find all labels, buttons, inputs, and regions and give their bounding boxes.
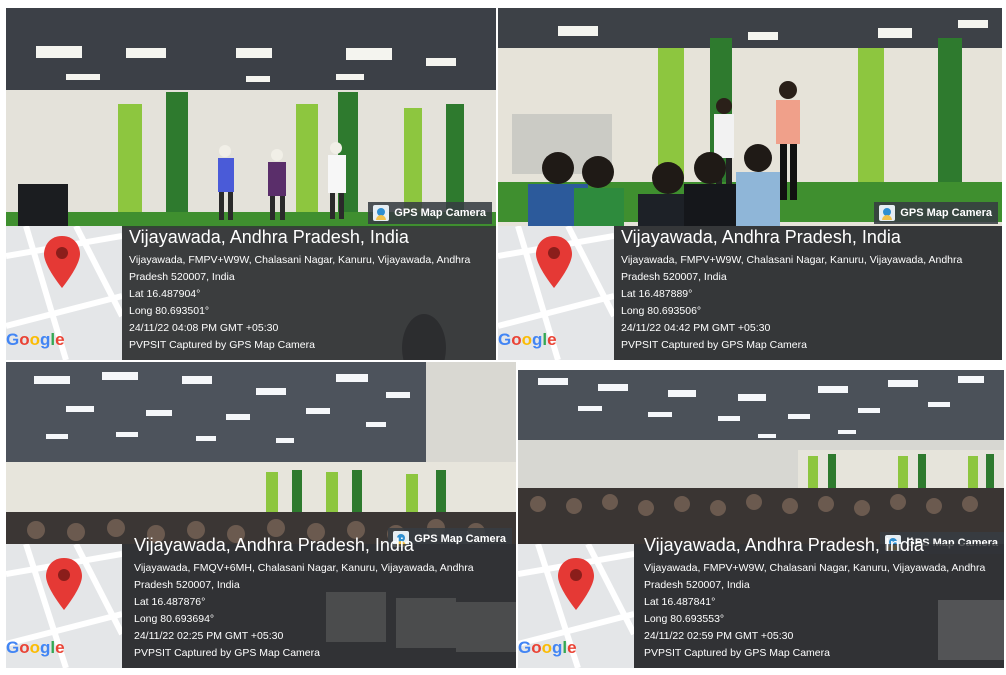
location-address: Vijayawada, FMPV+W9W, Chalasani Nagar, K…: [129, 254, 471, 283]
geotag-overlay: Google Vijayawada, Andhra Pradesh, India…: [6, 535, 516, 668]
badge-label: GPS Map Camera: [394, 207, 486, 219]
geotag-overlay: Google Vijayawada, Andhra Pradesh, India…: [518, 535, 1004, 668]
capture-caption: PVPSIT Captured by GPS Map Camera: [621, 339, 807, 351]
gps-camera-app-icon: [373, 205, 390, 221]
timestamp: 24/11/22 04:42 PM GMT +05:30: [621, 322, 771, 334]
photo-stage-dance: GPS Map Camera Google Vijayawada, Andhra…: [6, 8, 496, 360]
latitude: Lat 16.487841°: [644, 596, 716, 608]
google-logo: Google: [6, 330, 65, 349]
mini-map: Google: [518, 544, 634, 668]
location-address: Vijayawada, FMQV+6MH, Chalasani Nagar, K…: [134, 562, 474, 591]
latitude: Lat 16.487904°: [129, 288, 201, 300]
timestamp: 24/11/22 02:59 PM GMT +05:30: [644, 630, 794, 642]
google-logo: Google: [518, 638, 577, 657]
mini-map: Google: [6, 544, 122, 668]
mini-map: Google: [498, 226, 614, 360]
timestamp: 24/11/22 02:25 PM GMT +05:30: [134, 630, 284, 642]
longitude: Long 80.693506°: [621, 305, 702, 317]
geotag-info: Vijayawada, Andhra Pradesh, India Vijaya…: [621, 226, 996, 354]
gps-map-camera-badge: GPS Map Camera: [368, 202, 492, 224]
map-pin-icon: [536, 236, 572, 288]
geotag-overlay: Google Vijayawada, Andhra Pradesh, India…: [498, 226, 1002, 360]
google-logo: Google: [6, 638, 65, 657]
geotag-info: Vijayawada, Andhra Pradesh, India Vijaya…: [129, 226, 490, 354]
photo-auditorium-audience-right: GPS Map Camera Google Vijayawada, Andhra…: [518, 370, 1004, 668]
map-pin-icon: [44, 236, 80, 288]
gps-camera-app-icon: [879, 205, 896, 221]
longitude: Long 80.693501°: [129, 305, 210, 317]
location-title: Vijayawada, Andhra Pradesh, India: [134, 535, 414, 555]
location-title: Vijayawada, Andhra Pradesh, India: [129, 227, 409, 247]
location-title: Vijayawada, Andhra Pradesh, India: [644, 535, 924, 555]
geotag-info: Vijayawada, Andhra Pradesh, India Vijaya…: [644, 534, 998, 662]
badge-label: GPS Map Camera: [900, 207, 992, 219]
longitude: Long 80.693553°: [644, 613, 725, 625]
map-pin-icon: [46, 558, 82, 610]
gps-map-camera-badge: GPS Map Camera: [874, 202, 998, 224]
photo-auditorium-audience-left: GPS Map Camera Google Vijayawada, Andhra…: [6, 362, 516, 668]
map-pin-icon: [558, 558, 594, 610]
timestamp: 24/11/22 04:08 PM GMT +05:30: [129, 322, 279, 334]
geotag-overlay: Google Vijayawada, Andhra Pradesh, India…: [6, 226, 496, 360]
latitude: Lat 16.487876°: [134, 596, 206, 608]
geotag-info: Vijayawada, Andhra Pradesh, India Vijaya…: [134, 534, 510, 662]
location-address: Vijayawada, FMPV+W9W, Chalasani Nagar, K…: [621, 254, 963, 283]
google-logo: Google: [498, 330, 557, 349]
location-address: Vijayawada, FMPV+W9W, Chalasani Nagar, K…: [644, 562, 986, 591]
mini-map: Google: [6, 226, 122, 360]
capture-caption: PVPSIT Captured by GPS Map Camera: [134, 647, 320, 659]
capture-caption: PVPSIT Captured by GPS Map Camera: [129, 339, 315, 351]
photo-stage-crowd: GPS Map Camera Google Vijayawada, Andhra…: [498, 8, 1002, 360]
longitude: Long 80.693694°: [134, 613, 215, 625]
latitude: Lat 16.487889°: [621, 288, 693, 300]
capture-caption: PVPSIT Captured by GPS Map Camera: [644, 647, 830, 659]
location-title: Vijayawada, Andhra Pradesh, India: [621, 227, 901, 247]
